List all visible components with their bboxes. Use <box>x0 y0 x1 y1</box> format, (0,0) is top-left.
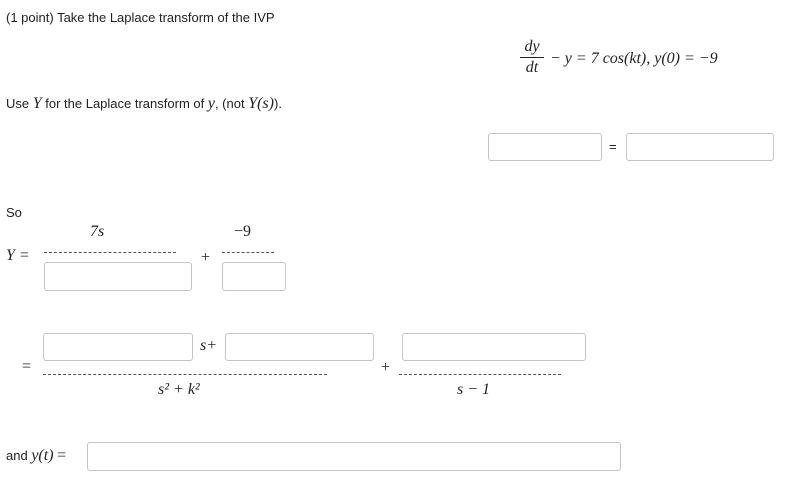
partial-coef-c-input[interactable] <box>402 333 586 361</box>
y-numerator-1: 7s <box>90 223 105 240</box>
ode-numerator: dy <box>524 38 540 55</box>
y-numerator-2: −9 <box>234 223 252 240</box>
ode-fraction-bar <box>520 57 544 58</box>
answer-equals: = <box>57 447 67 464</box>
partial-denominator-2: s − 1 <box>457 381 491 398</box>
ode-rest: − y = 7 cos(kt), y(0) = −9 <box>550 50 718 67</box>
y-lhs: Y = <box>6 247 30 264</box>
answer-prefix: and <box>6 448 32 463</box>
y-denominator-1-input[interactable] <box>44 262 192 291</box>
partial-coef-a-input[interactable] <box>43 333 193 361</box>
partial-fraction-bar-2 <box>399 374 561 375</box>
partial-equals: = <box>22 358 32 375</box>
instruction-Ys: Y(s) <box>248 95 274 112</box>
partial-denominator-1: s² + k² <box>158 381 200 398</box>
partial-s-plus: s+ <box>200 337 218 354</box>
answer-func: y(t) <box>31 447 54 464</box>
so-label: So <box>6 205 22 220</box>
instruction-mid: for the Laplace transform of <box>41 96 208 111</box>
instruction-comma: , (not <box>214 96 249 111</box>
transform-lhs-input[interactable] <box>488 133 602 161</box>
y-plus: + <box>201 249 211 266</box>
transform-rhs-input[interactable] <box>626 133 774 161</box>
y-fraction-bar-1 <box>44 252 176 253</box>
partial-coef-b-input[interactable] <box>225 333 374 361</box>
instruction-end: ). <box>273 96 282 111</box>
problem-heading: (1 point) Take the Laplace transform of … <box>6 10 275 25</box>
answer-label: and y(t) = <box>6 447 66 465</box>
instruction-prefix: Use <box>6 96 33 111</box>
instruction-line: Use Y for the Laplace transform of y, (n… <box>6 95 282 113</box>
instruction-Y: Y <box>32 95 42 112</box>
answer-input[interactable] <box>87 442 621 471</box>
ode-denominator: dt <box>525 59 539 76</box>
transform-equals: = <box>609 139 617 154</box>
y-denominator-2-input[interactable] <box>222 262 286 291</box>
partial-plus: + <box>381 359 391 376</box>
partial-fraction-bar-1 <box>43 374 327 375</box>
instruction-y: y <box>207 95 215 112</box>
y-fraction-bar-2 <box>222 252 274 253</box>
ode-fraction: dy dt <box>518 38 546 77</box>
